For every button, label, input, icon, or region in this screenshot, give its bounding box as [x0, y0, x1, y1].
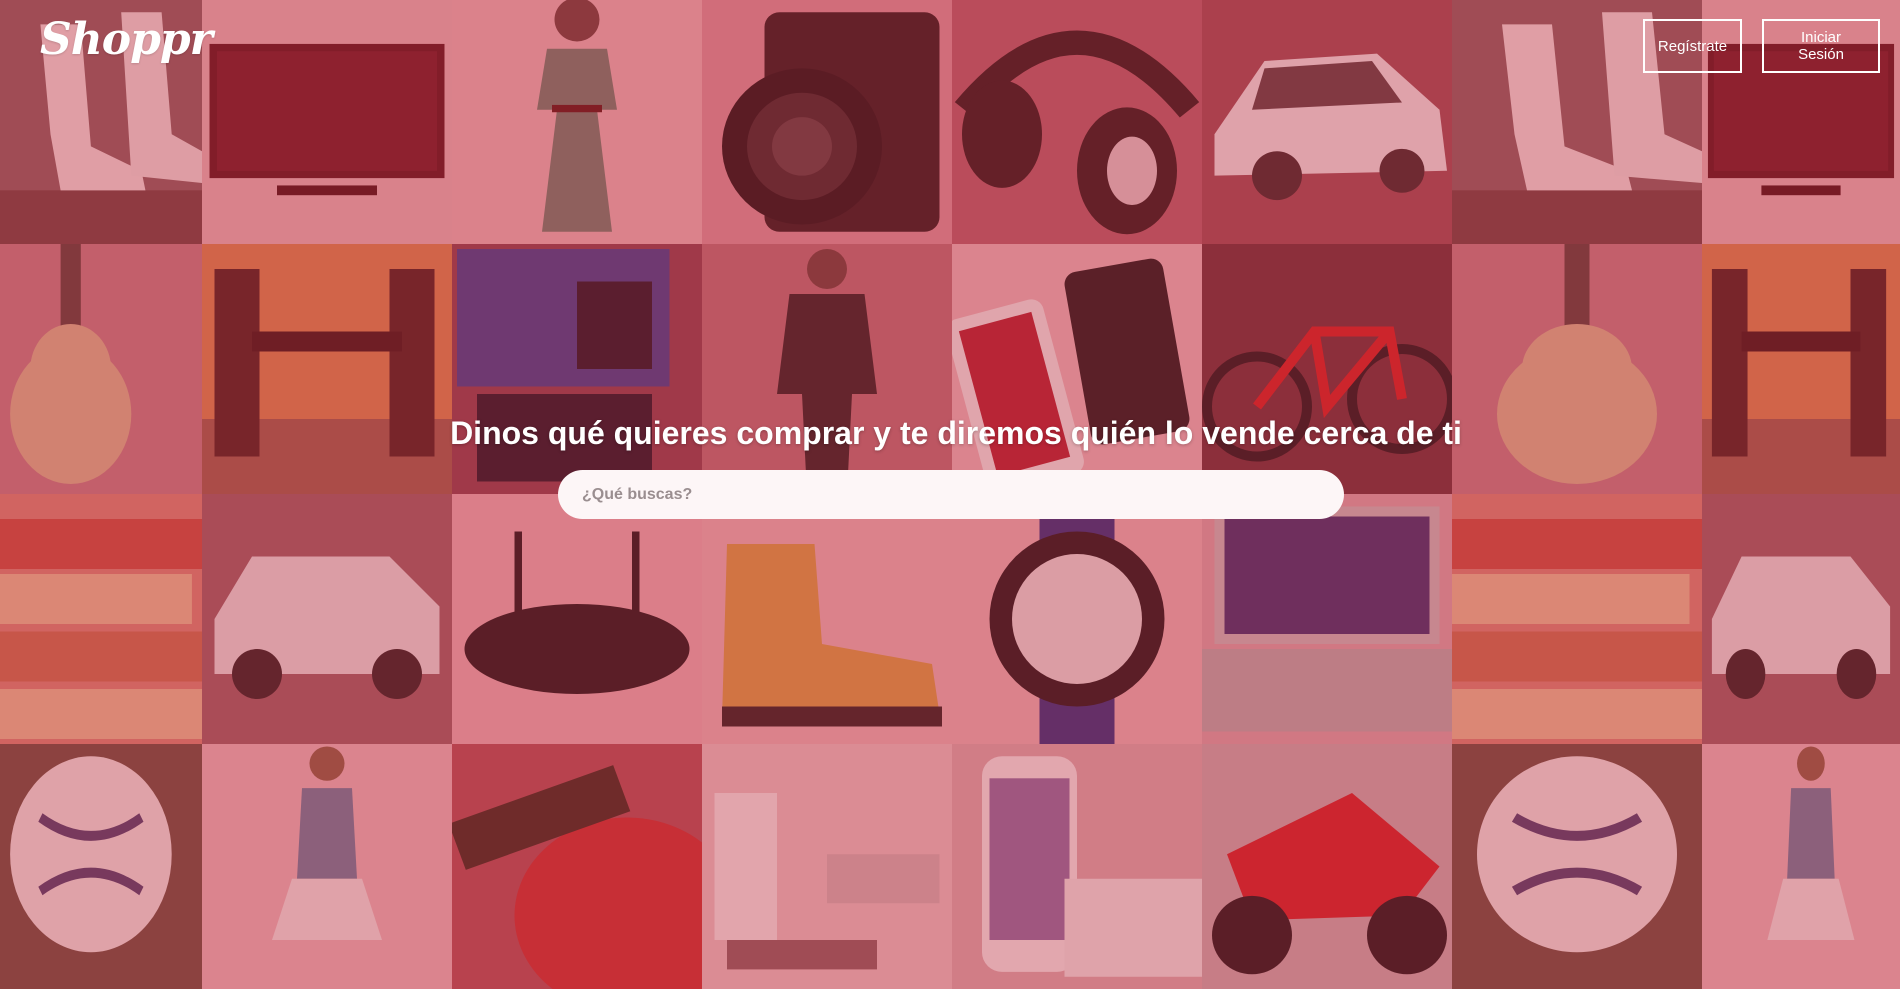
auth-buttons: Regístrate Iniciar Sesión: [1643, 19, 1880, 73]
shoppr-logo[interactable]: Shoppr: [40, 14, 213, 65]
register-button[interactable]: Regístrate: [1643, 19, 1742, 73]
tile-smartphones: [952, 244, 1202, 494]
tile-television: [202, 0, 452, 244]
landing-page: Shoppr Regístrate Iniciar Sesión Dinos q…: [0, 0, 1900, 989]
tile-dress: [452, 0, 702, 244]
tile-router: [452, 494, 702, 744]
tile-suv: [1702, 494, 1900, 744]
tile-game-console: [452, 244, 702, 494]
tile-iphone: [952, 744, 1202, 989]
tile-books: [1452, 494, 1702, 744]
tile-books: [0, 494, 202, 744]
tile-bicycle: [1202, 244, 1452, 494]
login-button[interactable]: Iniciar Sesión: [1762, 19, 1880, 73]
tile-camera: [702, 0, 952, 244]
hero-headline: Dinos qué quieres comprar y te diremos q…: [450, 415, 1462, 451]
tile-watch: [952, 494, 1202, 744]
tile-guitar: [1452, 244, 1702, 494]
tile-car: [1202, 0, 1452, 244]
tile-motorcycle: [1202, 744, 1452, 989]
tile-woman-skirt: [202, 744, 452, 989]
product-search-input[interactable]: [558, 470, 1344, 519]
tile-suv: [202, 494, 452, 744]
tile-man-suit: [702, 244, 952, 494]
tile-living-room: [702, 744, 952, 989]
tile-woman-skirt: [1702, 744, 1900, 989]
tile-dining-table: [1702, 244, 1900, 494]
tile-dining-table: [202, 244, 452, 494]
tile-soccer-ball: [0, 744, 202, 989]
tile-boot: [702, 494, 952, 744]
tile-headphones: [952, 0, 1202, 244]
tile-laptop: [1202, 494, 1452, 744]
tile-guitar: [0, 244, 202, 494]
hero-section: Dinos qué quieres comprar y te diremos q…: [0, 415, 1900, 452]
tile-soccer-ball: [1452, 744, 1702, 989]
tile-electric-guitar: [452, 744, 702, 989]
